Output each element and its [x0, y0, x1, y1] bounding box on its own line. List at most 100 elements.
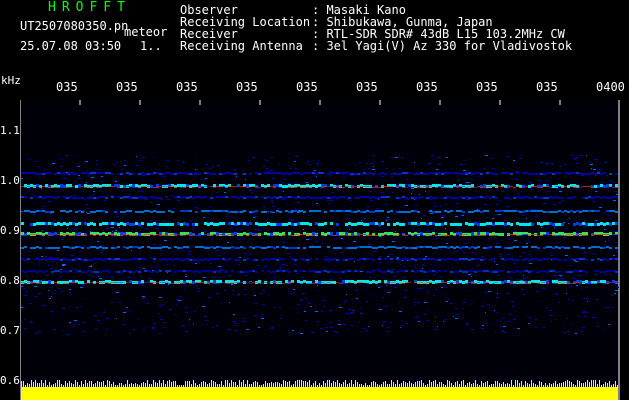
noise-speck — [104, 200, 106, 201]
level-spike — [211, 380, 212, 387]
level-spike — [233, 382, 234, 387]
band-segment — [459, 258, 462, 260]
band-segment — [399, 223, 402, 226]
band-segment — [186, 270, 189, 272]
band-segment — [390, 271, 393, 273]
band-segment — [369, 172, 372, 174]
band-segment — [345, 270, 348, 272]
band-segment — [474, 210, 477, 212]
timestamp: 25.07.08 03:50 — [20, 39, 122, 53]
band-segment — [39, 280, 42, 283]
band-segment — [519, 235, 522, 236]
band-segment — [108, 234, 111, 235]
band-segment — [120, 232, 123, 235]
band-segment — [438, 259, 441, 261]
noise-speck — [263, 238, 264, 239]
y-tick-label: 1.0 — [0, 174, 20, 187]
noise-speck — [374, 277, 375, 278]
band-segment — [324, 222, 327, 225]
band-segment — [270, 186, 273, 187]
noise-speck — [116, 292, 119, 293]
band-segment — [468, 186, 471, 187]
band-segment — [534, 234, 537, 235]
band-segment — [150, 234, 153, 235]
level-spike — [329, 380, 330, 387]
band-segment — [186, 223, 189, 226]
band-segment — [471, 187, 474, 188]
band-segment — [489, 259, 492, 261]
band-segment — [552, 197, 555, 199]
noise-speck — [347, 227, 349, 228]
level-spike — [407, 383, 408, 387]
band-segment — [483, 247, 486, 249]
band-segment — [402, 283, 405, 284]
noise-speck — [586, 287, 588, 288]
band-segment — [180, 280, 183, 283]
band-segment — [225, 187, 228, 188]
band-segment — [372, 280, 375, 283]
noise-speck — [208, 186, 210, 187]
noise-speck — [186, 274, 187, 275]
band-segment — [396, 187, 399, 188]
noise-speck — [219, 250, 221, 251]
level-spike — [91, 381, 92, 387]
noise-speck — [365, 209, 367, 210]
band-segment — [90, 234, 93, 235]
band-segment — [78, 197, 81, 199]
band-segment — [291, 258, 294, 260]
level-spike — [325, 383, 326, 387]
band-segment — [549, 222, 552, 225]
band-segment — [276, 270, 279, 272]
noise-speck — [487, 304, 489, 305]
band-segment — [381, 235, 384, 236]
noise-speck — [34, 286, 37, 287]
band-segment — [36, 258, 39, 260]
noise-speck — [549, 315, 552, 316]
band-segment — [300, 270, 303, 272]
level-spike — [105, 385, 106, 387]
band-segment — [96, 247, 99, 249]
band-segment — [549, 270, 552, 272]
noise-speck — [53, 162, 54, 163]
band-segment — [81, 235, 84, 236]
noise-speck — [379, 286, 381, 287]
band-segment — [213, 223, 216, 226]
band-segment — [588, 186, 591, 187]
band-segment — [138, 258, 141, 260]
band-segment — [267, 196, 270, 198]
noise-speck — [405, 217, 406, 218]
band-segment — [264, 172, 267, 174]
noise-speck — [43, 288, 44, 289]
noise-speck — [547, 191, 550, 192]
noise-speck — [263, 290, 265, 291]
level-spike — [557, 384, 558, 387]
level-spike — [253, 382, 254, 387]
band-segment — [57, 283, 60, 284]
band-segment — [24, 187, 27, 188]
band-segment — [573, 283, 576, 284]
noise-speck — [277, 208, 280, 209]
noise-speck — [87, 208, 89, 209]
noise-speck — [463, 170, 466, 171]
band-segment — [501, 282, 504, 283]
band-segment — [30, 234, 33, 235]
band-segment — [339, 283, 342, 284]
band-segment — [237, 234, 240, 235]
noise-speck — [116, 261, 117, 262]
noise-speck — [258, 230, 261, 231]
level-spike — [137, 384, 138, 387]
level-spike — [129, 384, 130, 387]
band-segment — [447, 211, 450, 213]
noise-speck — [266, 160, 268, 161]
band-segment — [99, 235, 102, 236]
noise-speck — [557, 188, 559, 189]
level-spike — [479, 385, 480, 387]
band-segment — [432, 258, 435, 260]
noise-speck — [42, 230, 43, 231]
noise-speck — [129, 333, 130, 334]
band-segment — [354, 211, 357, 213]
band-segment — [522, 283, 525, 284]
band-segment — [333, 258, 336, 260]
band-segment — [48, 172, 51, 174]
level-spike — [217, 384, 218, 387]
